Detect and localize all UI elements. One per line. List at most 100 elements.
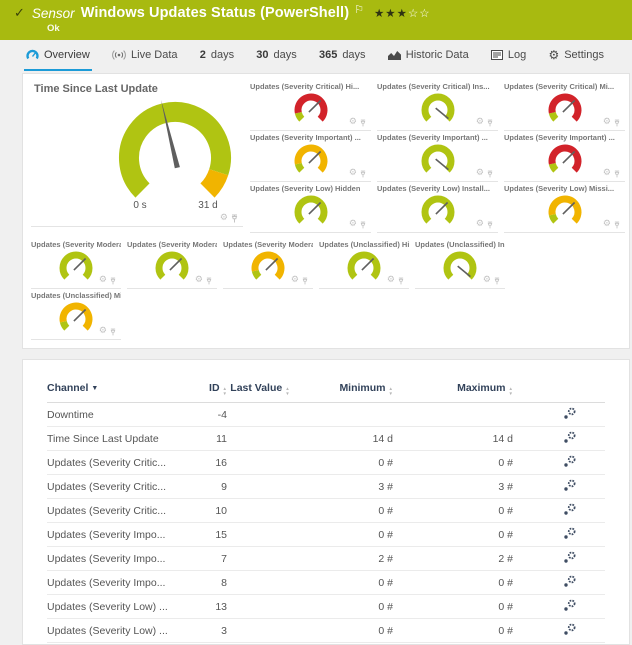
table-row: Downtime-4 <box>47 403 605 427</box>
channel-name[interactable]: Updates (Severity Low) ... <box>47 601 189 613</box>
channel-actions <box>513 551 605 567</box>
gauge-settings-gear-icon[interactable]: ⚙ <box>476 220 484 229</box>
column-header-maximum[interactable]: Maximum▲▼ <box>393 382 513 396</box>
pin-icon[interactable] <box>494 277 500 285</box>
pin-icon[interactable] <box>614 170 620 178</box>
channel-name[interactable]: Updates (Severity Critic... <box>47 481 189 493</box>
flag-icon[interactable]: ⚐ <box>354 3 364 16</box>
channel-settings-button[interactable] <box>563 551 577 564</box>
pin-icon[interactable] <box>360 221 366 229</box>
gauge-settings-gear-icon[interactable]: ⚙ <box>220 214 228 223</box>
gauge-settings-gear-icon[interactable]: ⚙ <box>291 276 299 285</box>
channel-name[interactable]: Updates (Severity Impo... <box>47 577 189 589</box>
gauge-icon <box>26 49 39 60</box>
gauge-settings-gear-icon[interactable]: ⚙ <box>476 118 484 127</box>
channel-settings-button[interactable] <box>563 599 577 612</box>
pin-icon[interactable] <box>110 328 116 336</box>
channel-settings-button[interactable] <box>563 575 577 588</box>
gauge-settings-gear-icon[interactable]: ⚙ <box>476 169 484 178</box>
channel-settings-button[interactable] <box>563 479 577 492</box>
gauge-settings-gear-icon[interactable]: ⚙ <box>99 327 107 336</box>
gauge-title: Updates (Severity Low) Missi... <box>504 184 625 193</box>
gauge-cell: Updates (Severity Important) ...⚙ <box>250 131 371 182</box>
gauge-settings-gear-icon[interactable]: ⚙ <box>349 220 357 229</box>
channel-name[interactable]: Updates (Severity Critic... <box>47 505 189 517</box>
gauge-title: Updates (Severity Moderate) ... <box>31 240 121 249</box>
channel-name[interactable]: Downtime <box>47 409 189 421</box>
gauge-title: Updates (Severity Critical) Mi... <box>504 82 625 91</box>
gauge-settings-gear-icon[interactable]: ⚙ <box>603 169 611 178</box>
column-header-id[interactable]: ID▲▼ <box>189 382 227 396</box>
tab-label: days <box>342 49 365 61</box>
channel-maximum: 0 # <box>393 577 513 589</box>
tab-number: 30 <box>256 49 268 61</box>
pin-icon[interactable] <box>487 221 493 229</box>
tab-30-days[interactable]: 30 days <box>254 40 299 71</box>
pin-icon[interactable] <box>487 119 493 127</box>
column-header-minimum[interactable]: Minimum▲▼ <box>293 382 393 396</box>
channel-settings-button[interactable] <box>563 623 577 636</box>
channel-maximum: 0 # <box>393 601 513 613</box>
channel-name[interactable]: Updates (Severity Critic... <box>47 457 189 469</box>
column-header-last-value[interactable]: Last Value▲▼ <box>227 382 293 396</box>
tab-live-data[interactable]: Live Data <box>110 40 179 71</box>
channel-settings-button[interactable] <box>563 431 577 444</box>
gauge-settings-gear-icon[interactable]: ⚙ <box>349 118 357 127</box>
channel-minimum: 0 # <box>293 625 393 637</box>
small-gauge <box>289 91 333 122</box>
table-row: Updates (Severity Impo...72 #2 # <box>47 547 605 571</box>
gauge-settings-gear-icon[interactable]: ⚙ <box>195 276 203 285</box>
channel-name[interactable]: Updates (Severity Low) ... <box>47 625 189 637</box>
channel-maximum: 2 # <box>393 553 513 565</box>
channel-settings-button[interactable] <box>563 407 577 420</box>
pin-icon[interactable] <box>398 277 404 285</box>
gauges-panel: Time Since Last Update 0 s 31 d ⚙ Update… <box>22 73 630 349</box>
pin-icon[interactable] <box>231 214 238 223</box>
gauge-cell: Updates (Severity Critical) Mi... ⚙ <box>504 80 625 131</box>
sort-icon[interactable]: ▲▼ <box>285 387 289 396</box>
pin-icon[interactable] <box>360 170 366 178</box>
pin-icon[interactable] <box>302 277 308 285</box>
pin-icon[interactable] <box>614 119 620 127</box>
channel-settings-gears-icon <box>563 623 577 636</box>
tab-log[interactable]: Log <box>489 40 528 71</box>
channel-settings-button[interactable] <box>563 455 577 468</box>
channel-name[interactable]: Time Since Last Update <box>47 433 189 445</box>
pin-icon[interactable] <box>110 277 116 285</box>
gauge-settings-gear-icon[interactable]: ⚙ <box>387 276 395 285</box>
tab-settings[interactable]: ⚙ Settings <box>546 40 606 71</box>
gauge-settings-gear-icon[interactable]: ⚙ <box>603 220 611 229</box>
small-gauge <box>246 249 290 280</box>
channel-name[interactable]: Updates (Severity Impo... <box>47 553 189 565</box>
gauge-settings-gear-icon[interactable]: ⚙ <box>349 169 357 178</box>
channel-actions <box>513 479 605 495</box>
tab-365-days[interactable]: 365 days <box>317 40 368 71</box>
tab-overview[interactable]: Overview <box>24 40 92 71</box>
pin-icon[interactable] <box>487 170 493 178</box>
gauge-settings-gear-icon[interactable]: ⚙ <box>603 118 611 127</box>
sort-icon[interactable]: ▲▼ <box>509 387 513 396</box>
pin-icon[interactable] <box>360 119 366 127</box>
channel-settings-gears-icon <box>563 551 577 564</box>
channel-name[interactable]: Updates (Severity Impo... <box>47 529 189 541</box>
tab-historic-data[interactable]: Historic Data <box>386 40 471 71</box>
chart-icon <box>388 50 401 60</box>
pin-icon[interactable] <box>614 221 620 229</box>
channel-id: 13 <box>189 601 227 613</box>
column-header-channel[interactable]: Channel▼ <box>47 382 189 394</box>
channel-maximum: 0 # <box>393 457 513 469</box>
rating-stars[interactable]: ★★★☆☆ <box>374 6 431 20</box>
gauge-cell: Updates (Severity Moderate) ... ⚙ <box>223 238 313 289</box>
pin-icon[interactable] <box>206 277 212 285</box>
small-gauge <box>543 91 587 122</box>
channel-settings-button[interactable] <box>563 527 577 540</box>
gauge-settings-gear-icon[interactable]: ⚙ <box>483 276 491 285</box>
small-gauges-bottom: Updates (Severity Moderate) ...⚙Updates … <box>31 238 517 340</box>
gauge-settings-gear-icon[interactable]: ⚙ <box>99 276 107 285</box>
tab-2-days[interactable]: 2 days <box>198 40 236 71</box>
gear-icon: ⚙ <box>548 49 559 61</box>
small-gauge <box>416 142 460 173</box>
channel-settings-gears-icon <box>563 479 577 492</box>
gauge-title: Updates (Severity Moderate) ... <box>223 240 313 249</box>
channel-settings-button[interactable] <box>563 503 577 516</box>
